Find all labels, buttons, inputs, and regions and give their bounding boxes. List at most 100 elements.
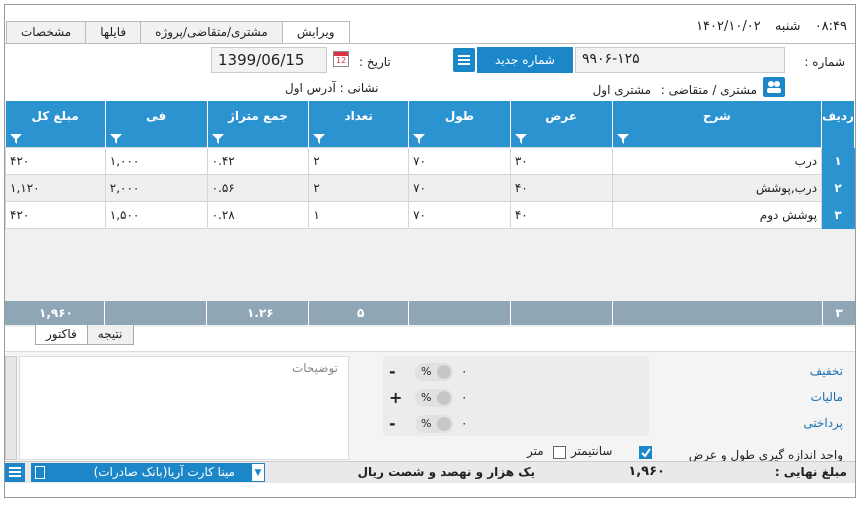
col-area[interactable]: جمع متراژ [207,101,310,147]
payment-row: - % ۰ [383,412,649,438]
payment-value[interactable]: ۰ [461,416,467,430]
notes-textarea[interactable]: توضیحات [19,356,349,460]
cell-description[interactable]: درب,پوشش [611,173,823,202]
customer-value: مشتری اول [592,83,651,97]
tax-value[interactable]: ۰ [461,390,467,404]
cell-row-index: ۱ [821,146,855,175]
sum-count: ۵ [309,301,409,325]
sum-length [409,301,511,325]
filter-icon [9,133,22,144]
settings-icon[interactable] [5,463,25,482]
chevron-down-icon[interactable]: ▼ [251,463,265,482]
m-label: متر [527,444,544,458]
cell-row-index: ۳ [821,200,855,229]
cell-description[interactable]: پوشش دوم [611,200,823,229]
discount-row: - % ۰ [383,360,649,386]
col-unit-price[interactable]: فی [105,101,208,147]
filter-icon [616,133,629,144]
cell-length[interactable]: ۷۰ [408,173,511,202]
table-row[interactable]: ۴۲۰ ۱,۰۰۰ ۰.۴۲ ۲ ۷۰ ۳۰ درب ۱ [5,146,855,175]
cell-total[interactable]: ۱,۱۲۰ [5,173,106,202]
new-number-button[interactable]: شماره جدید [477,47,573,73]
table-row[interactable]: ۴۲۰ ۱,۵۰۰ ۰.۲۸ ۱ ۷۰ ۴۰ پوشش دوم ۳ [5,200,855,229]
tab-result[interactable]: نتیجه [86,325,134,345]
cell-area[interactable]: ۰.۲۸ [206,200,310,229]
col-width[interactable]: عرض [510,101,613,147]
clock-time: ۰۸:۴۹ [814,19,847,34]
cell-unit-price[interactable]: ۲,۰۰۰ [104,173,208,202]
clock-date: ۱۴۰۲/۱۰/۰۲ [696,19,761,34]
cell-area[interactable]: ۰.۴۲ [206,146,310,175]
cell-width[interactable]: ۴۰ [509,173,613,202]
cell-count[interactable]: ۲ [308,173,410,202]
address-line: نشانی : آدرس اول [285,81,379,95]
cell-description[interactable]: درب [611,146,823,175]
cell-total[interactable]: ۴۲۰ [5,146,106,175]
col-length[interactable]: طول [408,101,511,147]
items-table: مبلغ کل فی جمع متراژ تعداد طول عرض شرح ر… [5,101,855,229]
col-total[interactable]: مبلغ کل [5,101,106,147]
tab-edit[interactable]: ویرایش [281,21,350,44]
bank-icon [35,466,45,479]
col-row-index: ردیف [821,101,855,147]
col-count[interactable]: تعداد [308,101,410,147]
items-grid: مبلغ کل فی جمع متراژ تعداد طول عرض شرح ر… [5,101,855,327]
sum-desc [613,301,823,325]
filter-icon [313,133,326,144]
cell-width[interactable]: ۴۰ [509,200,613,229]
date-field[interactable]: 1399/06/15 [211,47,327,73]
table-row[interactable]: ۱,۱۲۰ ۲,۰۰۰ ۰.۵۶ ۲ ۷۰ ۴۰ درب,پوشش ۲ [5,173,855,202]
discount-value[interactable]: ۰ [461,364,467,378]
calendar-icon[interactable]: 12 [333,51,349,67]
tab-divider [5,43,855,44]
m-checkbox[interactable] [553,446,566,459]
sum-unit [105,301,207,325]
date-label: تاریخ : [359,55,391,69]
filter-icon [514,133,527,144]
cell-total[interactable]: ۴۲۰ [5,200,106,229]
tab-files[interactable]: فایلها [85,21,142,43]
filter-icon [109,133,122,144]
discount-label: تخفیف [809,364,843,378]
payment-percent-toggle[interactable]: % [415,415,453,433]
unit-label: واحد اندازه گیری طول و عرض [688,448,843,462]
customer-icon[interactable] [763,77,785,97]
final-amount-label: مبلغ نهایی : [774,465,847,479]
discount-sign[interactable]: - [389,362,396,381]
adjustments: - % ۰ + % ۰ - % ۰ [383,356,649,436]
notes-scrollbar[interactable] [5,356,17,460]
tax-sign[interactable]: + [389,388,402,407]
grid-summary-row: ۱,۹۶۰ ۱.۲۶ ۵ ۳ [5,301,855,325]
cell-width[interactable]: ۳۰ [509,146,613,175]
col-description[interactable]: شرح [612,101,823,147]
tab-invoice[interactable]: فاکتور [35,325,88,345]
tax-percent-toggle[interactable]: % [415,389,453,407]
number-label: شماره : [804,55,845,69]
customer-label: مشتری / متقاضی : [660,83,757,97]
tax-row: + % ۰ [383,386,649,412]
final-amount: ۱,۹۶۰ [628,464,665,479]
discount-percent-toggle[interactable]: % [415,363,453,381]
cell-count[interactable]: ۱ [308,200,410,229]
cell-area[interactable]: ۰.۵۶ [206,173,310,202]
cell-count[interactable]: ۲ [308,146,410,175]
cell-unit-price[interactable]: ۱,۵۰۰ [104,200,208,229]
main-tabs: ویرایش مشتری/متقاضی/پروژه فایلها مشخصات [6,21,350,44]
number-field[interactable]: ۹۹۰۶-۱۲۵ [575,47,785,73]
cell-length[interactable]: ۷۰ [408,200,511,229]
settings-icon[interactable] [453,48,475,72]
address-value: آدرس اول [285,81,336,95]
cm-checkbox[interactable] [639,446,652,459]
payment-sign[interactable]: - [389,414,396,433]
cell-unit-price[interactable]: ۱,۰۰۰ [104,146,208,175]
tax-label: مالیات [810,390,843,404]
result-tabs: فاکتور نتیجه [35,325,134,345]
cell-length[interactable]: ۷۰ [408,146,511,175]
bank-select[interactable]: مینا کارت آریا(بانک صادرات) ▼ [31,463,265,482]
tab-customer[interactable]: مشتری/متقاضی/پروژه [140,21,283,43]
amount-in-words: یک هزار و نهصد و شصت ریال [357,465,535,479]
invoice-window: ۰۸:۴۹ شنبه ۱۴۰۲/۱۰/۰۲ ویرایش مشتری/متقاض… [4,4,856,498]
cell-row-index: ۲ [821,173,855,202]
payment-label: پرداختی [803,416,843,430]
tab-specs[interactable]: مشخصات [6,21,87,43]
